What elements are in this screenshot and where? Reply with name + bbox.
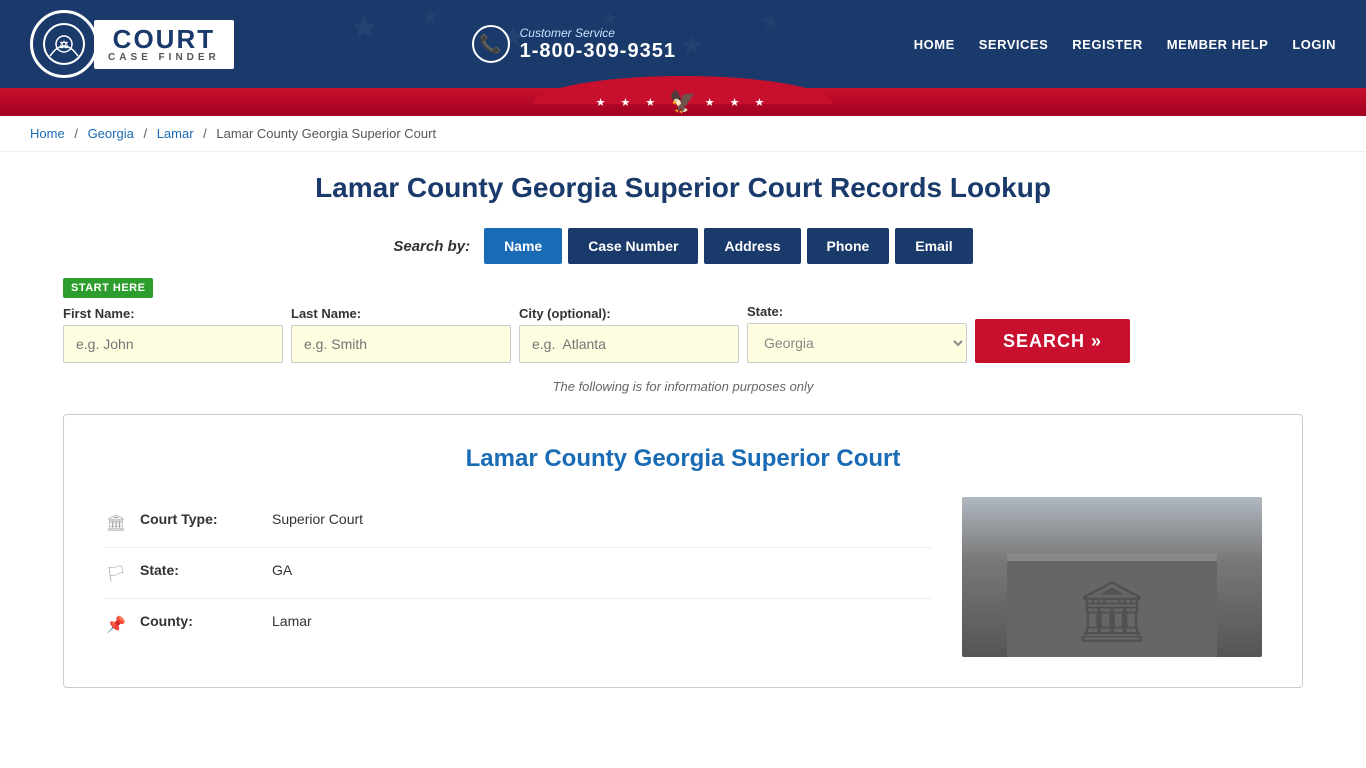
site-header: ★ ★ ★ ★ ★ ★ ⚖ COURT CASE FINDER 📞 Custom… xyxy=(0,0,1366,88)
flag-icon: 🏳 xyxy=(104,564,128,584)
tab-case-number[interactable]: Case Number xyxy=(568,228,698,264)
court-photo-inner xyxy=(962,497,1262,657)
tab-address[interactable]: Address xyxy=(704,228,800,264)
star-decoration: ★ xyxy=(680,30,703,61)
customer-service-label: Customer Service xyxy=(520,26,676,40)
court-photo xyxy=(962,497,1262,657)
logo-case-finder-text: CASE FINDER xyxy=(108,52,220,63)
nav-login[interactable]: LOGIN xyxy=(1292,37,1336,52)
state-label: State: xyxy=(747,304,967,319)
state-select[interactable]: Georgia xyxy=(747,323,967,363)
phone-info: Customer Service 1-800-309-9351 xyxy=(520,26,676,63)
breadcrumb-sep-3: / xyxy=(203,126,207,141)
stars-left: ★ ★ ★ xyxy=(596,96,662,109)
star-decoration: ★ xyxy=(350,8,379,46)
logo-text-box: COURT CASE FINDER xyxy=(94,20,234,69)
phone-number: 1-800-309-9351 xyxy=(520,40,676,63)
last-name-group: Last Name: xyxy=(291,306,511,363)
court-info-left: 🏛 Court Type: Superior Court 🏳 State: GA… xyxy=(104,497,932,657)
breadcrumb-home[interactable]: Home xyxy=(30,126,65,141)
disclaimer-text: The following is for information purpose… xyxy=(63,379,1303,394)
city-group: City (optional): xyxy=(519,306,739,363)
state-info-label: State: xyxy=(140,562,260,578)
breadcrumb-current: Lamar County Georgia Superior Court xyxy=(216,126,436,141)
nav-home[interactable]: HOME xyxy=(914,37,955,52)
logo-svg: ⚖ xyxy=(42,22,86,66)
court-type-value: Superior Court xyxy=(272,511,363,527)
star-decoration: ★ xyxy=(420,4,440,30)
phone-area: 📞 Customer Service 1-800-309-9351 xyxy=(472,25,676,63)
court-info-grid: 🏛 Court Type: Superior Court 🏳 State: GA… xyxy=(104,497,1262,657)
building-icon: 🏛 xyxy=(104,513,128,533)
search-form-container: START HERE First Name: Last Name: City (… xyxy=(63,278,1303,363)
eagle-area: ★ ★ ★ 🦅 ★ ★ ★ xyxy=(596,89,771,115)
first-name-group: First Name: xyxy=(63,306,283,363)
logo-area[interactable]: ⚖ COURT CASE FINDER xyxy=(30,10,234,78)
nav-register[interactable]: REGISTER xyxy=(1072,37,1142,52)
main-nav: HOME SERVICES REGISTER MEMBER HELP LOGIN xyxy=(914,37,1336,52)
search-button[interactable]: SEARCH » xyxy=(975,319,1130,363)
eagle-icon: 🦅 xyxy=(669,89,696,115)
last-name-label: Last Name: xyxy=(291,306,511,321)
breadcrumb-sep-2: / xyxy=(143,126,147,141)
tab-name[interactable]: Name xyxy=(484,228,562,264)
first-name-label: First Name: xyxy=(63,306,283,321)
state-info-value: GA xyxy=(272,562,292,578)
tab-phone[interactable]: Phone xyxy=(807,228,890,264)
search-tabs-row: Search by: Name Case Number Address Phon… xyxy=(63,228,1303,264)
wave-banner: ★ ★ ★ 🦅 ★ ★ ★ xyxy=(0,88,1366,116)
breadcrumb-georgia[interactable]: Georgia xyxy=(88,126,134,141)
star-decoration: ★ xyxy=(760,8,782,37)
court-info-right xyxy=(962,497,1262,657)
breadcrumb-sep-1: / xyxy=(74,126,78,141)
state-row: 🏳 State: GA xyxy=(104,548,932,599)
breadcrumb: Home / Georgia / Lamar / Lamar County Ge… xyxy=(0,116,1366,152)
state-group: State: Georgia xyxy=(747,304,967,363)
logo-circle: ⚖ xyxy=(30,10,98,78)
county-row: 📌 County: Lamar xyxy=(104,599,932,649)
court-info-box: Lamar County Georgia Superior Court 🏛 Co… xyxy=(63,414,1303,688)
breadcrumb-lamar[interactable]: Lamar xyxy=(157,126,194,141)
county-label: County: xyxy=(140,613,260,629)
search-by-label: Search by: xyxy=(393,238,470,255)
city-input[interactable] xyxy=(519,325,739,363)
city-label: City (optional): xyxy=(519,306,739,321)
stars-right: ★ ★ ★ xyxy=(705,96,771,109)
nav-services[interactable]: SERVICES xyxy=(979,37,1049,52)
first-name-input[interactable] xyxy=(63,325,283,363)
last-name-input[interactable] xyxy=(291,325,511,363)
court-type-label: Court Type: xyxy=(140,511,260,527)
main-content: Lamar County Georgia Superior Court Reco… xyxy=(33,152,1333,708)
tab-email[interactable]: Email xyxy=(895,228,972,264)
phone-icon: 📞 xyxy=(472,25,510,63)
court-info-title: Lamar County Georgia Superior Court xyxy=(104,445,1262,473)
court-type-row: 🏛 Court Type: Superior Court xyxy=(104,497,932,548)
nav-member-help[interactable]: MEMBER HELP xyxy=(1167,37,1269,52)
county-value: Lamar xyxy=(272,613,312,629)
logo-court-text: COURT xyxy=(113,26,215,52)
page-title: Lamar County Georgia Superior Court Reco… xyxy=(63,172,1303,204)
start-here-badge: START HERE xyxy=(63,278,153,298)
pin-icon: 📌 xyxy=(104,615,128,635)
search-form-row: First Name: Last Name: City (optional): … xyxy=(63,304,1303,363)
